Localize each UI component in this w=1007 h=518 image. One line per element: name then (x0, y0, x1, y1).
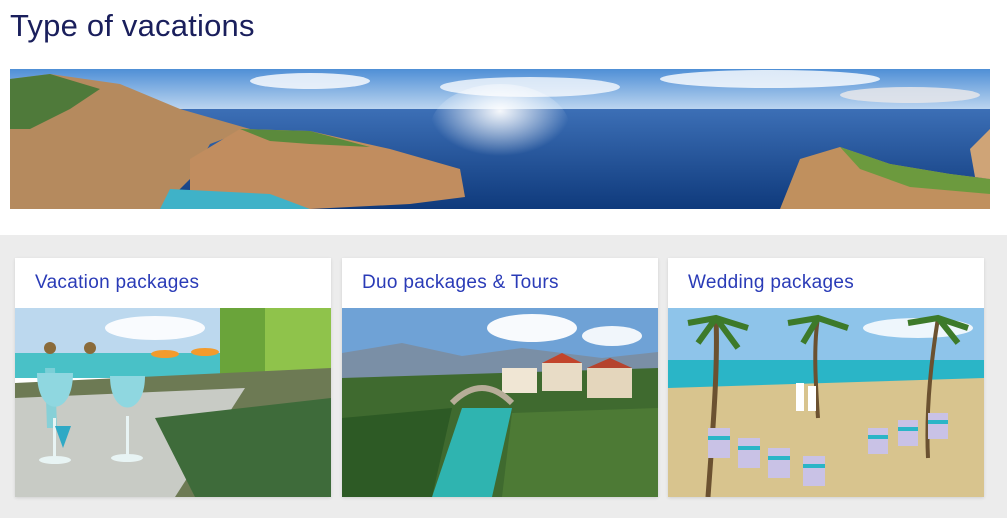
hero-banner-image (10, 69, 990, 209)
card-wedding-packages[interactable]: Wedding packages (668, 258, 984, 497)
card-duo-packages-tours[interactable]: Duo packages & Tours (342, 258, 658, 497)
card-image-wedding-packages[interactable] (668, 308, 984, 497)
beach-wedding-setup-image (668, 308, 984, 497)
coastal-bay-panorama-image (10, 69, 990, 209)
card-image-vacation-packages[interactable] (15, 308, 331, 497)
river-town-bridge-image (342, 308, 658, 497)
poolside-cocktails-image (15, 308, 331, 497)
card-title[interactable]: Duo packages & Tours (362, 272, 559, 294)
card-title[interactable]: Wedding packages (688, 272, 854, 294)
card-image-duo-packages-tours[interactable] (342, 308, 658, 497)
vacation-types-section: Vacation packages Duo packages & Tours W… (0, 235, 1007, 518)
card-title[interactable]: Vacation packages (35, 272, 199, 294)
card-vacation-packages[interactable]: Vacation packages (15, 258, 331, 497)
page-title: Type of vacations (10, 8, 255, 43)
